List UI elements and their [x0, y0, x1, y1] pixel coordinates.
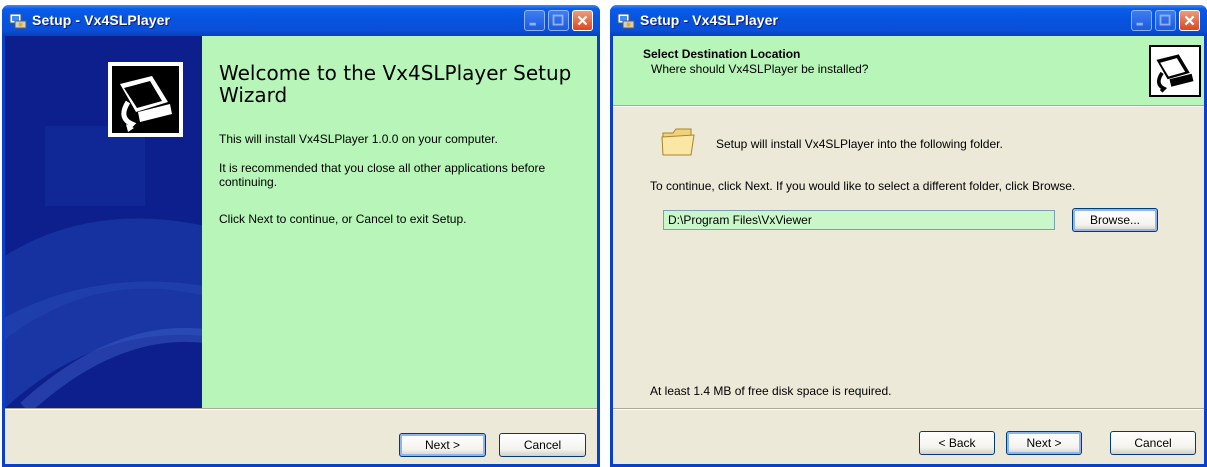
next-button[interactable]: Next >	[399, 433, 486, 457]
install-info-text: This will install Vx4SLPlayer 1.0.0 on y…	[219, 132, 498, 146]
continue-instruction-text: To continue, click Next. If you would li…	[650, 179, 1076, 193]
welcome-window: Setup - Vx4SLPlayer Welcome to the Vx4SL…	[2, 5, 600, 467]
minimize-icon	[1136, 22, 1143, 26]
welcome-heading: Welcome to the Vx4SLPlayer Setup Wizard	[219, 61, 572, 107]
divider	[5, 408, 597, 410]
next-instruction-text: Click Next to continue, or Cancel to exi…	[219, 212, 467, 226]
minimize-button[interactable]	[524, 10, 545, 31]
maximize-icon	[552, 14, 564, 26]
disk-space-text: At least 1.4 MB of free disk space is re…	[650, 384, 892, 398]
back-button[interactable]: < Back	[919, 431, 995, 455]
welcome-content: Welcome to the Vx4SLPlayer Setup Wizard …	[202, 36, 597, 408]
page-subtitle: Where should Vx4SLPlayer be installed?	[651, 62, 869, 76]
destination-window: Setup - Vx4SLPlayer Select Destination L…	[610, 5, 1207, 467]
computer-install-icon	[108, 62, 183, 137]
folder-icon	[661, 128, 695, 156]
cancel-button[interactable]: Cancel	[1110, 431, 1196, 455]
minimize-icon	[529, 22, 536, 26]
close-button[interactable]	[1179, 10, 1200, 31]
window-title: Setup - Vx4SLPlayer	[32, 12, 171, 28]
setup-icon	[9, 13, 27, 29]
title-bar[interactable]: Setup - Vx4SLPlayer	[610, 5, 1207, 36]
destination-path-input[interactable]	[663, 210, 1055, 230]
maximize-icon	[1159, 14, 1171, 26]
maximize-button[interactable]	[1155, 10, 1176, 31]
page-title: Select Destination Location	[643, 47, 801, 61]
window-title: Setup - Vx4SLPlayer	[640, 12, 779, 28]
title-bar[interactable]: Setup - Vx4SLPlayer	[2, 5, 600, 36]
header-divider	[613, 105, 1204, 107]
page-header: Select Destination Location Where should…	[613, 36, 1204, 105]
computer-install-icon	[1149, 45, 1201, 97]
close-apps-text: It is recommended that you close all oth…	[219, 161, 546, 189]
maximize-button[interactable]	[548, 10, 569, 31]
close-button[interactable]	[572, 10, 593, 31]
wizard-side-image	[5, 36, 202, 408]
browse-button[interactable]: Browse...	[1072, 208, 1158, 232]
folder-info-text: Setup will install Vx4SLPlayer into the …	[716, 137, 1003, 151]
cancel-button[interactable]: Cancel	[499, 433, 586, 457]
close-icon	[1184, 15, 1195, 26]
divider	[613, 408, 1204, 410]
minimize-button[interactable]	[1131, 10, 1152, 31]
close-icon	[577, 15, 588, 26]
setup-icon	[617, 13, 635, 29]
next-button[interactable]: Next >	[1006, 431, 1082, 455]
